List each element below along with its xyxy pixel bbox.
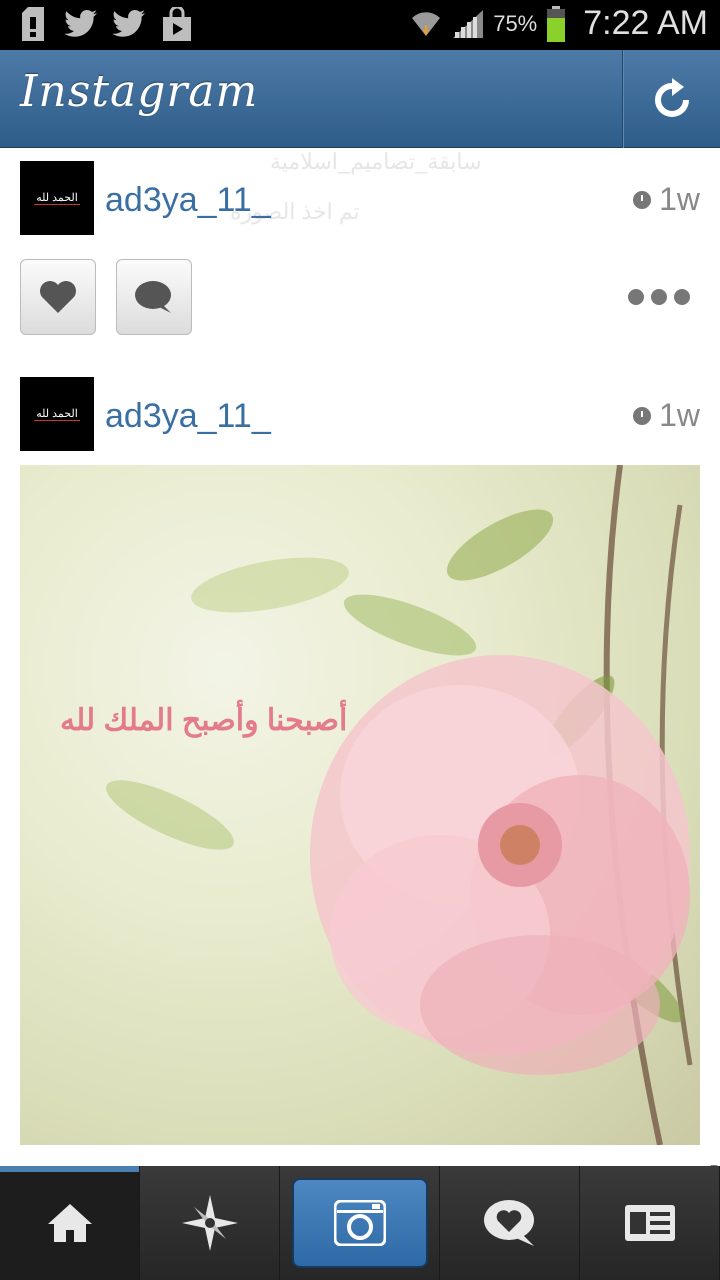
heart-icon [40,281,76,313]
heart-bubble-icon [483,1200,534,1246]
twitter-icon [112,6,146,42]
profile-card-icon [624,1205,675,1241]
more-options-button[interactable] [628,289,690,305]
avatar[interactable]: الحمد لله [20,377,94,451]
post-username[interactable]: ad3ya_11_ [105,397,271,436]
app-header: Instagram [0,50,720,148]
comment-button[interactable] [116,259,192,335]
status-bar: 75% 7:22 AM [0,0,720,50]
flower-illustration [105,465,693,1145]
signal-icon [451,6,485,42]
refresh-button[interactable] [622,50,720,148]
tab-home[interactable] [0,1166,140,1280]
post-time: 1w [633,181,700,218]
dot-icon [674,289,690,305]
photo-caption: أصبحنا وأصبح الملك لله [60,704,348,737]
compass-icon [181,1195,238,1251]
dot-icon [628,289,644,305]
app-title: Instagram [20,66,259,117]
twitter-icon [64,6,98,42]
bottom-tab-bar [0,1166,720,1280]
refresh-icon [654,78,689,117]
camera-button[interactable] [291,1178,428,1268]
tab-camera[interactable] [280,1166,440,1280]
tab-explore[interactable] [140,1166,280,1280]
dot-icon [651,289,667,305]
post-username[interactable]: ad3ya_11_ [105,181,271,220]
battery-icon [545,5,567,42]
tab-profile[interactable] [580,1166,720,1280]
post-header: الحمد لله ad3ya_11_ 1w [0,159,720,249]
like-button[interactable] [20,259,96,335]
home-icon [47,1204,92,1242]
comment-icon [135,281,171,313]
wifi-icon [409,6,443,42]
post-time: 1w [633,397,700,434]
shopping-bag-icon [160,6,194,42]
post-header: الحمد لله ad3ya_11_ 1w [0,377,720,467]
clock-time: 7:22 AM [583,4,708,42]
camera-icon [333,1200,386,1246]
sd-card-icon [16,6,50,42]
avatar[interactable]: الحمد لله [20,161,94,235]
clock-icon [633,406,652,425]
feed[interactable]: سابقة_تصاميم_اسلامية تم اخذ الصورة الحمد… [0,149,720,1166]
clock-icon [633,190,652,209]
tab-news[interactable] [440,1166,580,1280]
battery-percent: 75% [493,10,538,36]
post-photo[interactable]: أصبحنا وأصبح الملك لله [20,465,700,1145]
